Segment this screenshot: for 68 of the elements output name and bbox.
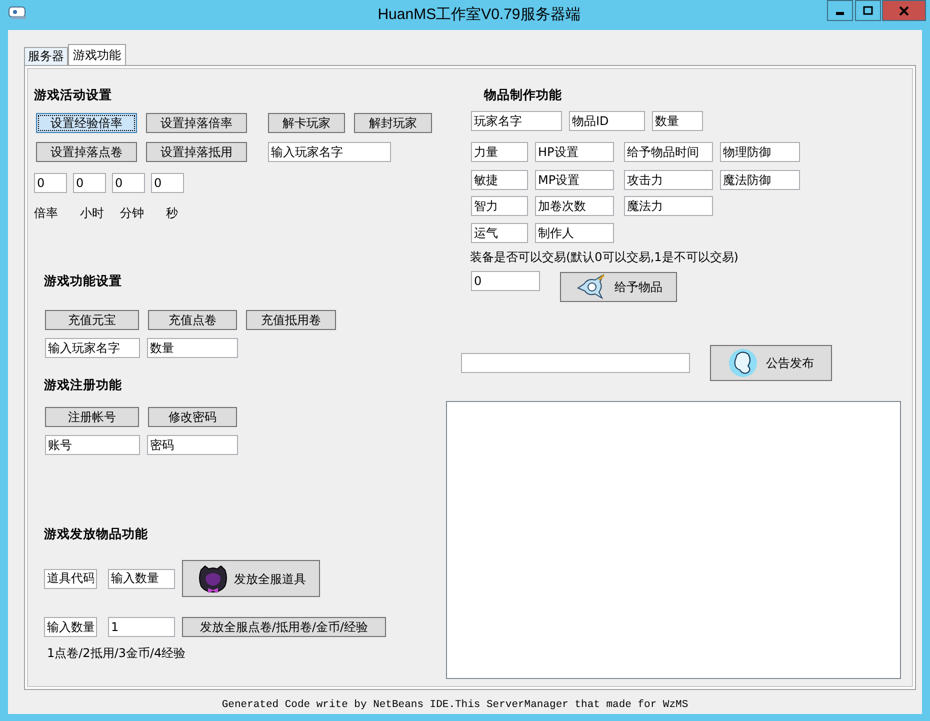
button[interactable]: 发放全服道具 bbox=[182, 560, 320, 597]
section-title: 物品制作功能 bbox=[484, 87, 562, 103]
field-label: 倍率 bbox=[34, 205, 58, 221]
maximize-icon bbox=[863, 6, 873, 16]
input-field[interactable]: 魔法力 bbox=[624, 196, 713, 216]
input-field[interactable]: 输入数量 bbox=[108, 568, 175, 588]
input-field[interactable]: 敏捷 bbox=[471, 170, 528, 190]
input-field[interactable]: 玩家名字 bbox=[471, 111, 562, 131]
input-field[interactable]: 1 bbox=[108, 617, 175, 637]
input-field[interactable]: 运气 bbox=[471, 223, 528, 243]
input-field[interactable]: 账号 bbox=[45, 435, 140, 455]
input-field[interactable]: 智力 bbox=[471, 196, 528, 216]
input-field[interactable]: HP设置 bbox=[535, 142, 614, 162]
minimize-button[interactable] bbox=[827, 0, 853, 21]
maximize-button[interactable] bbox=[855, 0, 881, 21]
input-field[interactable]: 0 bbox=[471, 271, 540, 291]
button[interactable]: 解封玩家 bbox=[354, 113, 432, 133]
button[interactable]: 充值抵用卷 bbox=[246, 310, 336, 330]
bubble-icon bbox=[728, 348, 758, 378]
input-field[interactable]: 输入玩家名字 bbox=[45, 338, 140, 358]
section-title: 游戏发放物品功能 bbox=[44, 526, 148, 542]
input-field[interactable]: 物品ID bbox=[569, 111, 645, 131]
input-field[interactable]: 数量 bbox=[147, 338, 238, 358]
button[interactable]: 充值点卷 bbox=[148, 310, 237, 330]
close-button[interactable] bbox=[882, 0, 926, 21]
input-field[interactable] bbox=[461, 353, 690, 373]
input-field[interactable]: 0 bbox=[151, 173, 184, 193]
minimize-icon bbox=[836, 12, 844, 15]
button[interactable]: 修改密码 bbox=[148, 407, 237, 427]
button[interactable]: 注册帐号 bbox=[45, 407, 139, 427]
button[interactable]: 设置掉落点卷 bbox=[36, 142, 137, 162]
hint-text: 1点卷/2抵用/3金币/4经验 bbox=[47, 645, 186, 661]
button[interactable]: 发放全服点卷/抵用卷/金币/经验 bbox=[182, 617, 386, 637]
section-title: 游戏注册功能 bbox=[44, 377, 122, 393]
input-field[interactable]: 0 bbox=[34, 173, 67, 193]
input-field[interactable]: 制作人 bbox=[535, 223, 614, 243]
status-text: Generated Code write by NetBeans IDE.This ServerManager that made for WzMS bbox=[222, 699, 688, 711]
button[interactable]: 公告发布 bbox=[710, 345, 832, 381]
button[interactable]: 给予物品 bbox=[560, 272, 677, 302]
button[interactable]: 设置掉落抵用 bbox=[146, 142, 247, 162]
button[interactable]: 解卡玩家 bbox=[268, 113, 345, 133]
input-field[interactable]: 密码 bbox=[147, 435, 238, 455]
tab[interactable]: 游戏功能 bbox=[68, 44, 126, 65]
app-icon bbox=[8, 6, 28, 20]
input-field[interactable]: 攻击力 bbox=[624, 170, 713, 190]
input-field[interactable]: 输入玩家名字 bbox=[268, 142, 391, 162]
input-field[interactable]: 魔法防御 bbox=[720, 170, 800, 190]
field-label: 小时 bbox=[80, 205, 104, 221]
input-field[interactable]: MP设置 bbox=[535, 170, 614, 190]
input-field[interactable]: 数量 bbox=[652, 111, 703, 131]
field-label: 分钟 bbox=[120, 205, 144, 221]
button[interactable]: 设置经验倍率 bbox=[36, 113, 137, 133]
field-label: 秒 bbox=[166, 205, 178, 221]
close-icon bbox=[899, 6, 909, 16]
tab[interactable]: 服务器 bbox=[24, 47, 68, 65]
section-title: 游戏活动设置 bbox=[34, 87, 112, 103]
button[interactable]: 充值元宝 bbox=[45, 310, 139, 330]
hood-icon bbox=[196, 564, 230, 594]
button[interactable]: 设置掉落倍率 bbox=[146, 113, 247, 133]
input-field[interactable]: 给予物品时间 bbox=[624, 142, 713, 162]
hint-text: 装备是否可以交易(默认0可以交易,1是不可以交易) bbox=[470, 249, 738, 265]
window-title: HuanMS工作室V0.79服务器端 bbox=[378, 6, 580, 23]
input-field[interactable]: 加卷次数 bbox=[535, 196, 614, 216]
input-field[interactable]: 力量 bbox=[471, 142, 528, 162]
input-field[interactable]: 0 bbox=[112, 173, 145, 193]
input-field[interactable]: 物理防御 bbox=[720, 142, 800, 162]
section-title: 游戏功能设置 bbox=[44, 273, 122, 289]
input-field[interactable]: 0 bbox=[73, 173, 106, 193]
